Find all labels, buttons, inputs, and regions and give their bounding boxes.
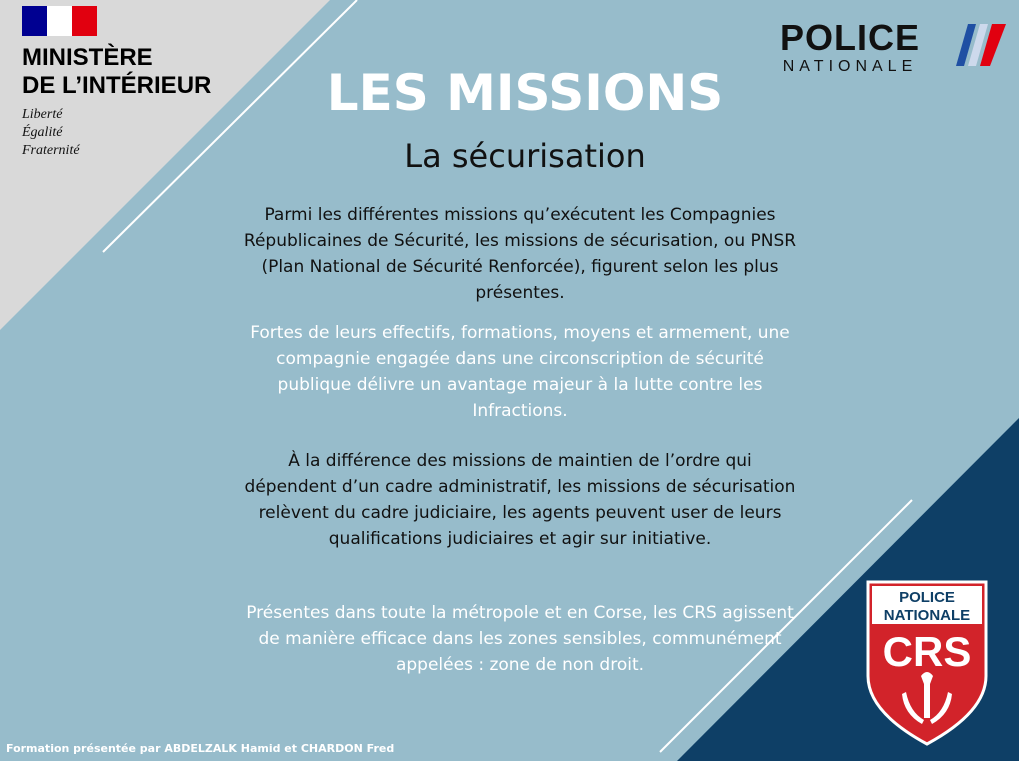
page-subtitle: La sécurisation xyxy=(404,137,646,175)
paragraph-cadre-judiciaire: À la différence des missions de maintien… xyxy=(244,451,796,549)
crs-badge-icon: POLICE NATIONALE CRS xyxy=(866,580,988,746)
paragraph-presence: Présentes dans toute la métropole et en … xyxy=(246,603,794,675)
police-logo-word: POLICE xyxy=(780,17,921,58)
footer-credit: Formation présentée par ABDELZALK Hamid … xyxy=(6,742,395,755)
crs-badge-line1: POLICE xyxy=(899,589,955,606)
crs-badge-line2: NATIONALE xyxy=(884,607,970,624)
page-title: LES MISSIONS xyxy=(326,64,724,122)
paragraph-securisation: Parmi les différentes missions qu’exécut… xyxy=(243,205,797,303)
tricolor-stripes-icon xyxy=(956,24,1006,66)
crs-badge-line3: CRS xyxy=(883,628,972,675)
paragraph-effectifs: Fortes de leurs effectifs, formations, m… xyxy=(250,323,790,421)
french-flag-icon xyxy=(22,6,97,36)
